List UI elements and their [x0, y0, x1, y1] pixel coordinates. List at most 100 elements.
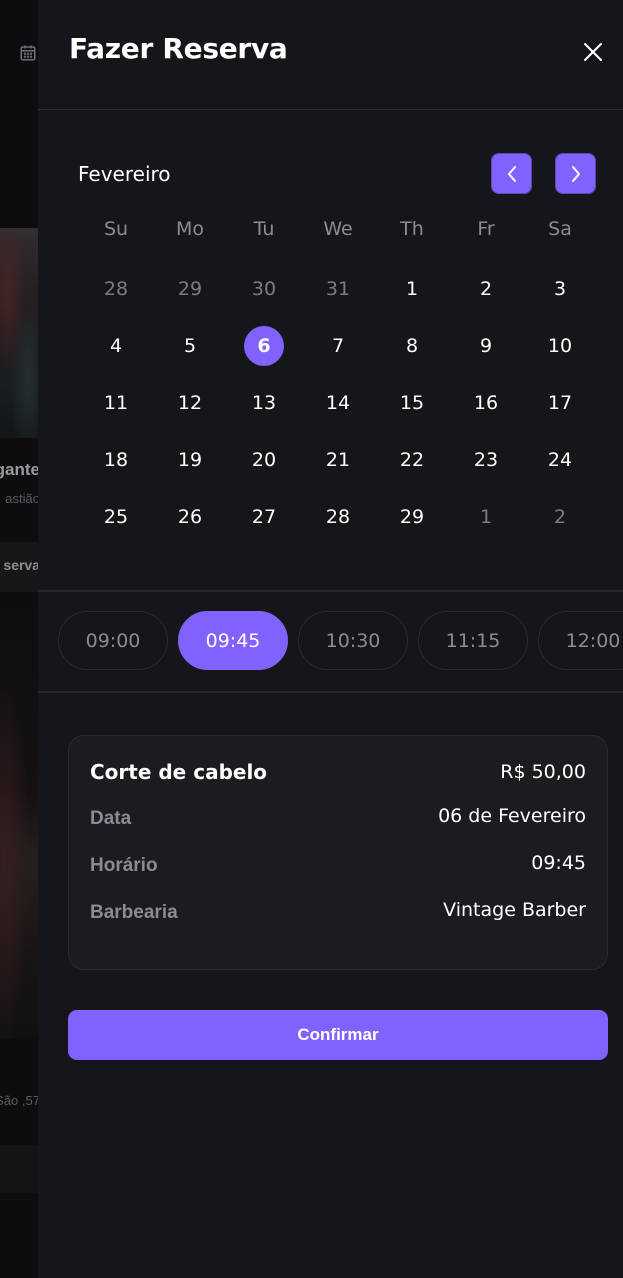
next-month-button[interactable] — [555, 153, 596, 194]
calendar-day-number: 30 — [251, 277, 277, 300]
calendar-day-number: 2 — [553, 505, 567, 528]
calendar-day-number: 15 — [399, 391, 425, 414]
calendar-day-number: 31 — [325, 277, 351, 300]
chevron-right-icon — [571, 165, 580, 182]
time-slot[interactable]: 11:15 — [418, 611, 528, 670]
calendar-day-number: 8 — [405, 334, 419, 357]
close-icon — [584, 43, 602, 61]
summary-value: Vintage Barber — [443, 899, 586, 921]
calendar-day-number: 7 — [331, 334, 345, 357]
calendar-day-number: 2 — [479, 277, 493, 300]
calendar-day[interactable]: 21 — [301, 431, 375, 488]
booking-summary-card: Corte de cabelo R$ 50,00 Data 06 de Feve… — [68, 735, 608, 970]
calendar-day[interactable]: 17 — [523, 374, 597, 431]
summary-header: Corte de cabelo R$ 50,00 — [90, 760, 586, 784]
time-slot-selected[interactable]: 09:45 — [178, 611, 288, 670]
day-grid: 28 29 30 31 1 2 3 4 5 6 7 8 9 10 11 12 13 14 15 16 17 18 19 20 2… — [79, 260, 599, 545]
summary-row-date: Data 06 de Fevereiro — [90, 805, 586, 830]
summary-row-time: Horário 09:45 — [90, 852, 586, 877]
calendar-day[interactable]: 11 — [79, 374, 153, 431]
calendar-day-number: 11 — [103, 391, 129, 414]
calendar-day[interactable]: 27 — [227, 488, 301, 545]
close-button[interactable] — [581, 40, 605, 64]
calendar-day-number: 29 — [177, 277, 203, 300]
calendar-day[interactable]: 10 — [523, 317, 597, 374]
calendar-day[interactable]: 26 — [153, 488, 227, 545]
weekday-header: Su Mo Tu We Th Fr Sa — [79, 218, 599, 240]
calendar-day-number: 10 — [547, 334, 573, 357]
calendar-day[interactable]: 18 — [79, 431, 153, 488]
service-address: 57, São — [0, 1093, 40, 1108]
calendar-day[interactable]: 7 — [301, 317, 375, 374]
calendar-day[interactable]: 28 — [301, 488, 375, 545]
calendar-day[interactable]: 14 — [301, 374, 375, 431]
time-slot[interactable]: 12:00 — [538, 611, 623, 670]
calendar-day[interactable]: 16 — [449, 374, 523, 431]
background-footer — [0, 1145, 40, 1193]
sheet-header: Fazer Reserva — [38, 0, 623, 110]
calendar-day[interactable]: 12 — [153, 374, 227, 431]
calendar-day-number: 1 — [405, 277, 419, 300]
sheet-title: Fazer Reserva — [69, 32, 288, 65]
calendar-day-number: 26 — [177, 505, 203, 528]
time-slot-row: 09:00 09:45 10:30 11:15 12:00 — [58, 611, 623, 670]
weekday-label: Sa — [548, 218, 572, 240]
weekday-label: Tu — [253, 218, 275, 240]
calendar-day-number: 22 — [399, 448, 425, 471]
time-slot[interactable]: 10:30 — [298, 611, 408, 670]
calendar-day-number: 12 — [177, 391, 203, 414]
time-slot-list[interactable]: 09:00 09:45 10:30 11:15 12:00 — [38, 592, 623, 693]
summary-label: Horário — [90, 855, 158, 876]
weekday-label: Th — [400, 218, 424, 240]
calendar-day[interactable]: 4 — [79, 317, 153, 374]
calendar-day-number: 4 — [109, 334, 123, 357]
calendar-day[interactable]: 2 — [523, 488, 597, 545]
calendar-day[interactable]: 15 — [375, 374, 449, 431]
calendar-day-number: 16 — [473, 391, 499, 414]
calendar-day[interactable]: 22 — [375, 431, 449, 488]
calendar-day[interactable]: 13 — [227, 374, 301, 431]
confirm-button[interactable]: Confirmar — [68, 1010, 608, 1060]
time-slot[interactable]: 09:00 — [58, 611, 168, 670]
calendar-day[interactable]: 8 — [375, 317, 449, 374]
calendar-day[interactable]: 25 — [79, 488, 153, 545]
calendar-day-number: 5 — [183, 334, 197, 357]
weekday-label: Mo — [175, 218, 205, 240]
calendar-day[interactable]: 30 — [227, 260, 301, 317]
reserve-button-label: serva — [3, 557, 40, 573]
previous-month-button[interactable] — [491, 153, 532, 194]
barbershop-address: astião — [5, 491, 40, 506]
calendar-day[interactable]: 1 — [375, 260, 449, 317]
calendar-day-number: 19 — [177, 448, 203, 471]
calendar-day[interactable]: 19 — [153, 431, 227, 488]
calendar-day[interactable]: 23 — [449, 431, 523, 488]
calendar-day-number: 18 — [103, 448, 129, 471]
calendar-day[interactable]: 1 — [449, 488, 523, 545]
barbershop-name: gante — [0, 460, 40, 479]
weekday-label: Fr — [477, 218, 495, 240]
calendar-day[interactable]: 5 — [153, 317, 227, 374]
service-price: R$ 50,00 — [500, 761, 586, 783]
calendar-day[interactable]: 31 — [301, 260, 375, 317]
chevron-left-icon — [507, 165, 516, 182]
service-image — [0, 594, 40, 1039]
calendar-day[interactable]: 28 — [79, 260, 153, 317]
calendar-day[interactable]: 29 — [375, 488, 449, 545]
calendar-day-number: 24 — [547, 448, 573, 471]
calendar-day[interactable]: 24 — [523, 431, 597, 488]
calendar-day[interactable]: 20 — [227, 431, 301, 488]
calendar-day[interactable]: 2 — [449, 260, 523, 317]
background-page: gante astião serva 57, São — [0, 0, 40, 1278]
summary-label: Barbearia — [90, 902, 178, 923]
calendar-icon — [20, 45, 36, 61]
calendar-day-selected[interactable]: 6 — [227, 317, 301, 374]
calendar-day-number: 27 — [251, 505, 277, 528]
calendar-day-number: 25 — [103, 505, 129, 528]
calendar-day[interactable]: 3 — [523, 260, 597, 317]
summary-value: 09:45 — [531, 852, 586, 874]
calendar-day[interactable]: 9 — [449, 317, 523, 374]
booking-sheet: Fazer Reserva Fevereiro Su Mo Tu We Th Fr Sa 2… — [38, 0, 623, 1278]
calendar-day-number: 9 — [479, 334, 493, 357]
calendar-day[interactable]: 29 — [153, 260, 227, 317]
calendar-day-number: 17 — [547, 391, 573, 414]
